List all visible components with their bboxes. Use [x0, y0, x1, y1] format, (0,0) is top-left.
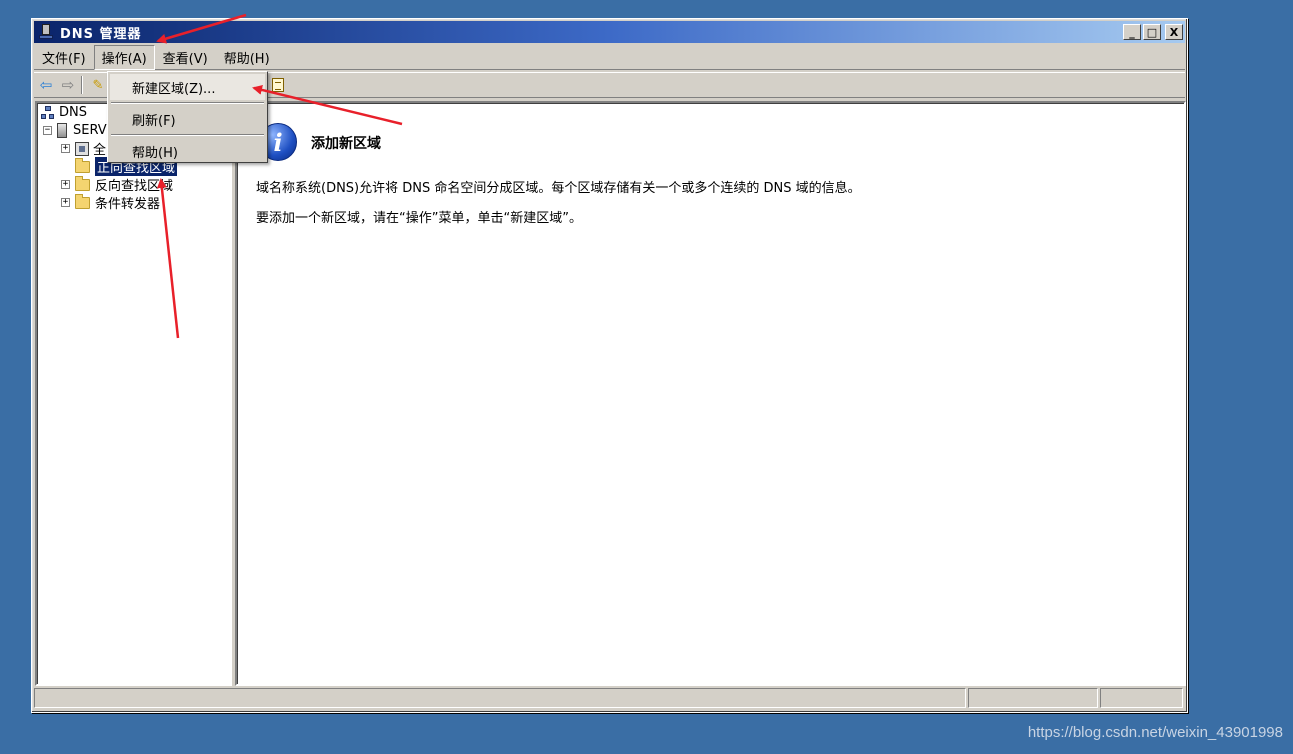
window-title: DNS 管理器	[60, 26, 142, 42]
tree-label: DNS	[59, 105, 87, 120]
window-controls: _ □ X	[1123, 24, 1183, 40]
menu-separator	[111, 134, 264, 136]
up-folder-icon[interactable]: ✎	[88, 76, 108, 94]
action-menu-popup: 新建区域(Z)... 刷新(F) 帮助(H)	[107, 71, 268, 163]
menu-view[interactable]: 查看(V)	[155, 45, 216, 70]
log-icon	[75, 141, 89, 156]
maximize-button[interactable]: □	[1143, 24, 1161, 40]
expand-icon[interactable]: +	[61, 180, 70, 189]
properties-icon[interactable]	[268, 76, 288, 94]
menu-file[interactable]: 文件(F)	[34, 45, 94, 70]
menu-item-refresh[interactable]: 刷新(F)	[110, 106, 265, 132]
toolbar-separator	[81, 76, 83, 94]
tree-item-server[interactable]: − SERV	[43, 122, 107, 139]
status-cell	[34, 688, 966, 708]
server-icon	[57, 123, 67, 138]
close-button[interactable]: X	[1165, 24, 1183, 40]
status-cell	[968, 688, 1098, 708]
watermark: https://blog.csdn.net/weixin_43901998	[1027, 724, 1283, 741]
menu-action[interactable]: 操作(A)	[93, 45, 155, 70]
tree-item-global-logs[interactable]: + 全	[61, 140, 107, 158]
dns-icon	[41, 105, 55, 120]
instruction-text: 要添加一个新区域，请在“操作”菜单，单击“新建区域”。	[256, 211, 582, 226]
forward-arrow-icon[interactable]: ⇨	[58, 76, 78, 94]
title-bar[interactable]: DNS 管理器 _ □ X	[34, 21, 1185, 43]
menu-separator	[111, 102, 264, 104]
tree-label: 条件转发器	[95, 197, 161, 212]
tree-item-reverse-zones[interactable]: + 反向查找区域	[61, 175, 174, 194]
tree-item-dns[interactable]: DNS	[41, 104, 87, 121]
dns-server-icon	[38, 24, 54, 40]
collapse-icon[interactable]: −	[43, 126, 52, 135]
description-text: 域名称系统(DNS)允许将 DNS 命名空间分成区域。每个区域存储有关一个或多个…	[256, 181, 861, 196]
menu-item-new-zone[interactable]: 新建区域(Z)...	[110, 74, 265, 100]
tree-label: 反向查找区域	[95, 179, 174, 194]
status-cell	[1100, 688, 1183, 708]
content-pane: i 添加新区域 域名称系统(DNS)允许将 DNS 命名空间分成区域。每个区域存…	[235, 101, 1186, 686]
folder-icon	[75, 175, 90, 191]
tree-label: 全	[93, 143, 107, 158]
tree-item-conditional-forwarders[interactable]: + 条件转发器	[61, 193, 161, 212]
back-arrow-icon[interactable]: ⇦	[36, 76, 56, 94]
content-heading: 添加新区域	[311, 136, 381, 152]
menu-help[interactable]: 帮助(H)	[216, 45, 278, 70]
expand-icon[interactable]: +	[61, 144, 70, 153]
folder-icon	[75, 157, 90, 173]
folder-icon	[75, 193, 90, 209]
menu-bar: 文件(F) 操作(A) 查看(V) 帮助(H)	[34, 45, 1185, 70]
tree-label: SERV	[73, 123, 107, 138]
expand-icon[interactable]: +	[61, 198, 70, 207]
tree-pane: DNS − SERV + 全 正向查找区域 + 反向查找区域 + 条件转发器	[35, 101, 232, 686]
status-bar	[34, 688, 1185, 710]
menu-item-help[interactable]: 帮助(H)	[110, 138, 265, 164]
minimize-button[interactable]: _	[1123, 24, 1141, 40]
